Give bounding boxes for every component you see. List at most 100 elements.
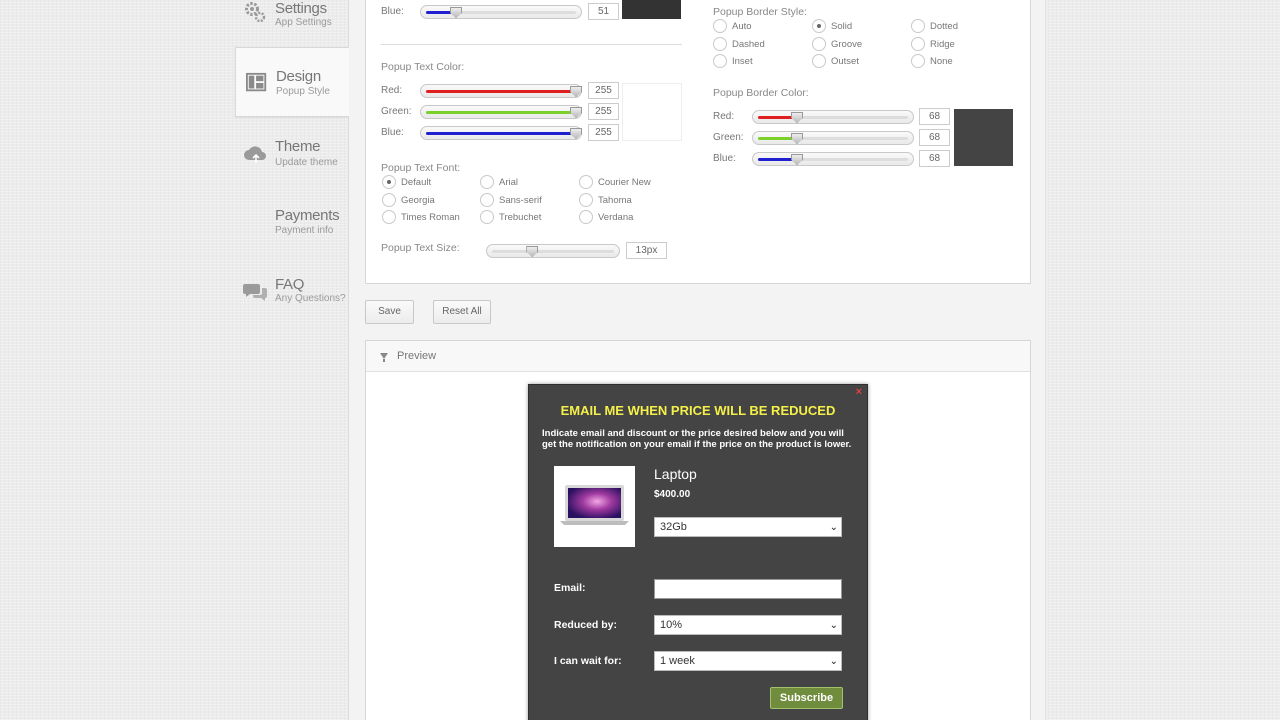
font-option-default[interactable]: Default: [382, 175, 431, 189]
font-option-times-roman[interactable]: Times Roman: [382, 210, 460, 224]
border-option-outset[interactable]: Outset: [812, 54, 859, 68]
radio-label: Courier New: [598, 176, 651, 188]
bg-blue-value[interactable]: 51: [588, 3, 619, 20]
border-style-heading: Popup Border Style:: [713, 6, 807, 18]
text-size-slider[interactable]: [486, 244, 620, 258]
font-option-trebuchet[interactable]: Trebuchet: [480, 210, 541, 224]
radio-button[interactable]: [480, 193, 494, 207]
email-field[interactable]: [654, 579, 842, 599]
slider-handle[interactable]: [570, 107, 582, 118]
radio-button[interactable]: [713, 37, 727, 51]
bg-blue-slider[interactable]: [420, 5, 582, 19]
radio-button[interactable]: [382, 175, 396, 189]
slider-handle[interactable]: [450, 7, 462, 18]
radio-button[interactable]: [911, 54, 925, 68]
text-color-heading: Popup Text Color:: [381, 61, 465, 73]
border-green-value[interactable]: 68: [919, 129, 950, 146]
border-option-none[interactable]: None: [911, 54, 953, 68]
radio-label: Inset: [732, 55, 753, 67]
sidebar-item-theme[interactable]: Theme Update theme: [235, 128, 349, 198]
product-price: $400.00: [654, 489, 691, 500]
radio-button[interactable]: [812, 54, 826, 68]
gears-icon: [245, 2, 266, 23]
sidebar-item-subtitle: App Settings: [275, 17, 332, 28]
border-red-value[interactable]: 68: [919, 108, 950, 125]
close-icon[interactable]: ×: [856, 386, 862, 398]
border-blue-slider[interactable]: [752, 152, 914, 166]
slider-handle[interactable]: [791, 112, 803, 123]
chat-bubbles-icon: [243, 284, 267, 301]
radio-label: Outset: [831, 55, 859, 67]
border-option-groove[interactable]: Groove: [812, 37, 862, 51]
font-option-arial[interactable]: Arial: [480, 175, 518, 189]
radio-button[interactable]: [382, 193, 396, 207]
text-red-value[interactable]: 255: [588, 82, 619, 99]
radio-button[interactable]: [480, 210, 494, 224]
radio-button[interactable]: [579, 210, 593, 224]
cloud-upload-icon: [244, 146, 266, 163]
radio-button[interactable]: [579, 175, 593, 189]
slider-handle[interactable]: [791, 154, 803, 165]
radio-button[interactable]: [713, 54, 727, 68]
radio-button[interactable]: [911, 37, 925, 51]
text-red-slider[interactable]: [420, 84, 582, 98]
slider-handle[interactable]: [570, 86, 582, 97]
slider-handle[interactable]: [791, 133, 803, 144]
sidebar-item-design[interactable]: Design Popup Style: [235, 47, 350, 117]
text-blue-value[interactable]: 255: [588, 124, 619, 141]
border-green-label: Green:: [713, 132, 744, 143]
font-option-sans-serif[interactable]: Sans-serif: [480, 193, 542, 207]
text-green-slider[interactable]: [420, 105, 582, 119]
sidebar-item-title: Settings: [275, 0, 327, 17]
slider-handle[interactable]: [526, 246, 539, 257]
reset-all-button[interactable]: Reset All: [433, 300, 491, 324]
font-option-verdana[interactable]: Verdana: [579, 210, 633, 224]
border-option-dashed[interactable]: Dashed: [713, 37, 765, 51]
font-option-georgia[interactable]: Georgia: [382, 193, 435, 207]
radio-label: Ridge: [930, 38, 955, 50]
sidebar-item-subtitle: Payment info: [275, 225, 334, 236]
preview-icon: [380, 353, 388, 362]
radio-button[interactable]: [812, 19, 826, 33]
border-green-slider[interactable]: [752, 131, 914, 145]
border-option-inset[interactable]: Inset: [713, 54, 753, 68]
text-size-value[interactable]: 13px: [626, 242, 667, 259]
preview-header: Preview: [366, 341, 1030, 372]
font-option-courier-new[interactable]: Courier New: [579, 175, 651, 189]
reduced-by-select[interactable]: 10% ⌄: [654, 615, 842, 635]
variant-select[interactable]: 32Gb ⌄: [654, 517, 842, 537]
layout-icon: [246, 72, 267, 92]
text-green-value[interactable]: 255: [588, 103, 619, 120]
text-size-heading: Popup Text Size:: [381, 242, 460, 254]
radio-button[interactable]: [382, 210, 396, 224]
border-option-ridge[interactable]: Ridge: [911, 37, 955, 51]
slider-handle[interactable]: [570, 128, 582, 139]
border-option-auto[interactable]: Auto: [713, 19, 752, 33]
radio-button[interactable]: [911, 19, 925, 33]
font-option-tahoma[interactable]: Tahoma: [579, 193, 632, 207]
text-blue-slider[interactable]: [420, 126, 582, 140]
radio-button[interactable]: [812, 37, 826, 51]
sidebar-item-settings[interactable]: Settings App Settings: [235, 0, 349, 48]
radio-button[interactable]: [713, 19, 727, 33]
wait-select[interactable]: 1 week ⌄: [654, 651, 842, 671]
sidebar-item-title: FAQ: [275, 276, 305, 293]
radio-button[interactable]: [579, 193, 593, 207]
subscribe-button[interactable]: Subscribe: [770, 687, 843, 709]
text-color-swatch: [622, 83, 682, 141]
save-button[interactable]: Save: [365, 300, 414, 324]
border-option-solid[interactable]: Solid: [812, 19, 852, 33]
text-font-heading: Popup Text Font:: [381, 162, 461, 174]
radio-label: Auto: [732, 20, 752, 32]
border-blue-value[interactable]: 68: [919, 150, 950, 167]
sidebar-item-faq[interactable]: FAQ Any Questions?: [235, 266, 349, 336]
bg-blue-label: Blue:: [381, 6, 404, 17]
sidebar-item-title: Theme: [275, 138, 321, 155]
sidebar-item-subtitle: Update theme: [275, 157, 338, 168]
border-option-dotted[interactable]: Dotted: [911, 19, 958, 33]
border-red-slider[interactable]: [752, 110, 914, 124]
sidebar-item-payments[interactable]: Payments Payment info: [235, 197, 349, 267]
bg-color-swatch: [622, 0, 681, 19]
radio-button[interactable]: [480, 175, 494, 189]
radio-label: Default: [401, 176, 432, 188]
